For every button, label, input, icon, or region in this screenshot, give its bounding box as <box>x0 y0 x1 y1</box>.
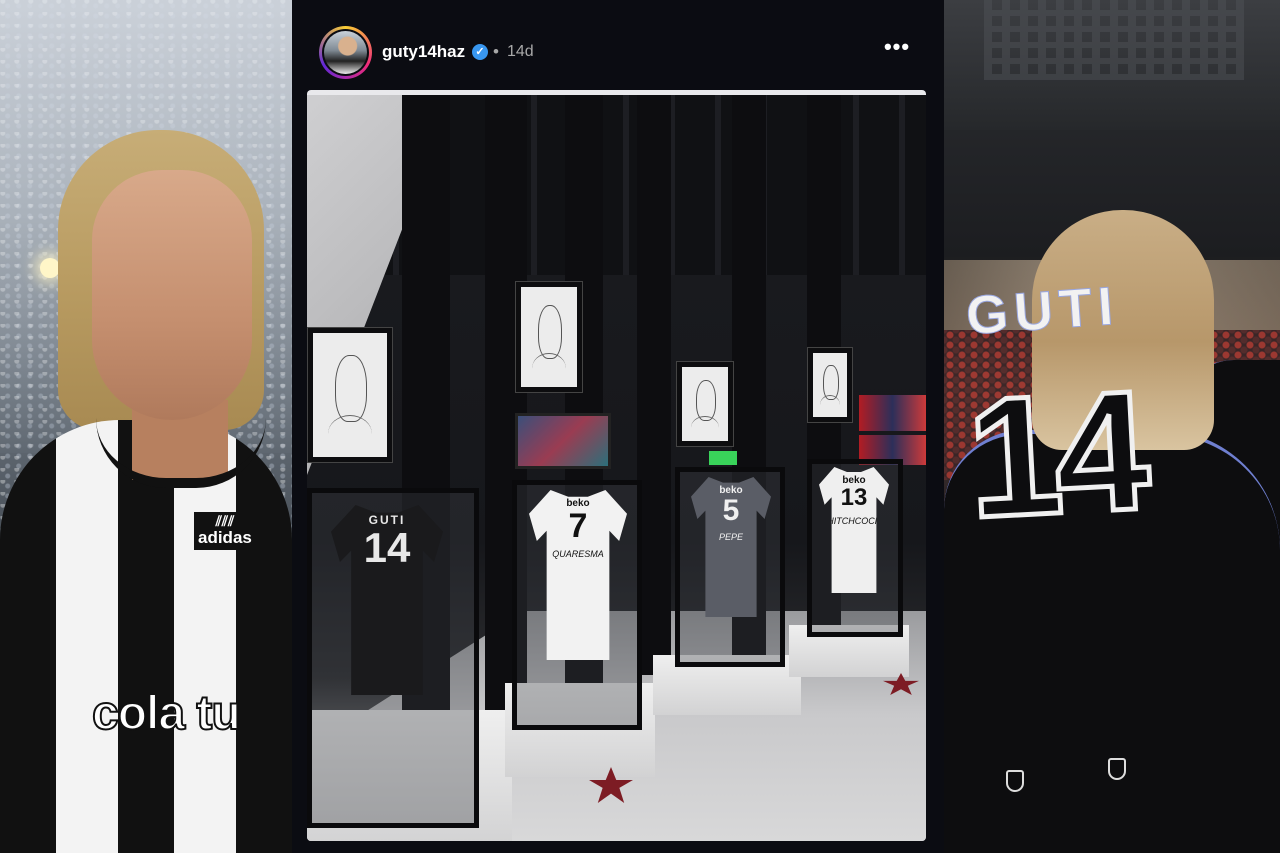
jersey-signature: QUARESMA <box>552 549 604 559</box>
arena-roof-lights <box>984 0 1244 80</box>
username-link[interactable]: guty14haz <box>382 42 465 62</box>
sketch-art <box>313 333 387 457</box>
more-options-icon[interactable]: ••• <box>876 36 918 64</box>
jersey-number: 7 <box>568 507 588 545</box>
club-crest-icon <box>1006 770 1024 792</box>
jersey-number: 5 <box>722 494 740 527</box>
avatar-image <box>324 31 367 74</box>
post-photo[interactable]: GUTI 14 beko 7 QUARESMA beko 5 PEPE beko… <box>307 90 926 841</box>
right-photo-panel: GUTI 14 <box>944 0 1280 853</box>
club-crest-icon <box>1108 758 1126 780</box>
verified-check-icon: ✓ <box>472 44 488 60</box>
sketch-art <box>521 287 577 387</box>
display-box <box>515 413 611 469</box>
shirt-sponsor-text: cola tu <box>91 686 242 741</box>
adidas-stripes-icon: ⫽⫽⫽ <box>215 513 235 529</box>
framed-sketch <box>676 361 734 447</box>
sketch-art <box>682 367 728 441</box>
jersey-number: 14 <box>363 524 411 571</box>
jersey-number: 13 <box>840 484 868 511</box>
jersey-signature: PEPE <box>718 532 743 542</box>
profile-avatar[interactable] <box>319 26 372 79</box>
framed-sketch <box>515 281 583 393</box>
jersey-signature: HITCHCOCK <box>827 516 881 526</box>
left-photo-panel: ⫽⫽⫽ adidas cola tu <box>0 0 292 853</box>
framed-sketch <box>807 347 853 423</box>
instagram-post: guty14haz ✓ • 14d ••• GUTI 14 beko 7 QUA… <box>292 0 944 853</box>
sketch-art <box>813 353 847 417</box>
post-header: guty14haz ✓ • 14d ••• <box>292 0 944 92</box>
post-timestamp[interactable]: 14d <box>507 43 534 61</box>
avatar-ring-inner <box>322 29 369 76</box>
wall-screen <box>859 395 926 431</box>
jersey-back-number: 14 <box>961 353 1149 557</box>
adidas-logo: ⫽⫽⫽ adidas <box>194 512 256 550</box>
black-pillar <box>637 95 671 675</box>
jersey-back-name: GUTI <box>964 275 1122 347</box>
player-face <box>92 170 252 420</box>
player-portrait <box>0 130 292 853</box>
separator-dot: • <box>493 42 499 61</box>
framed-sketch <box>307 327 393 463</box>
adidas-label: adidas <box>198 528 252 547</box>
exit-sign <box>709 451 737 465</box>
